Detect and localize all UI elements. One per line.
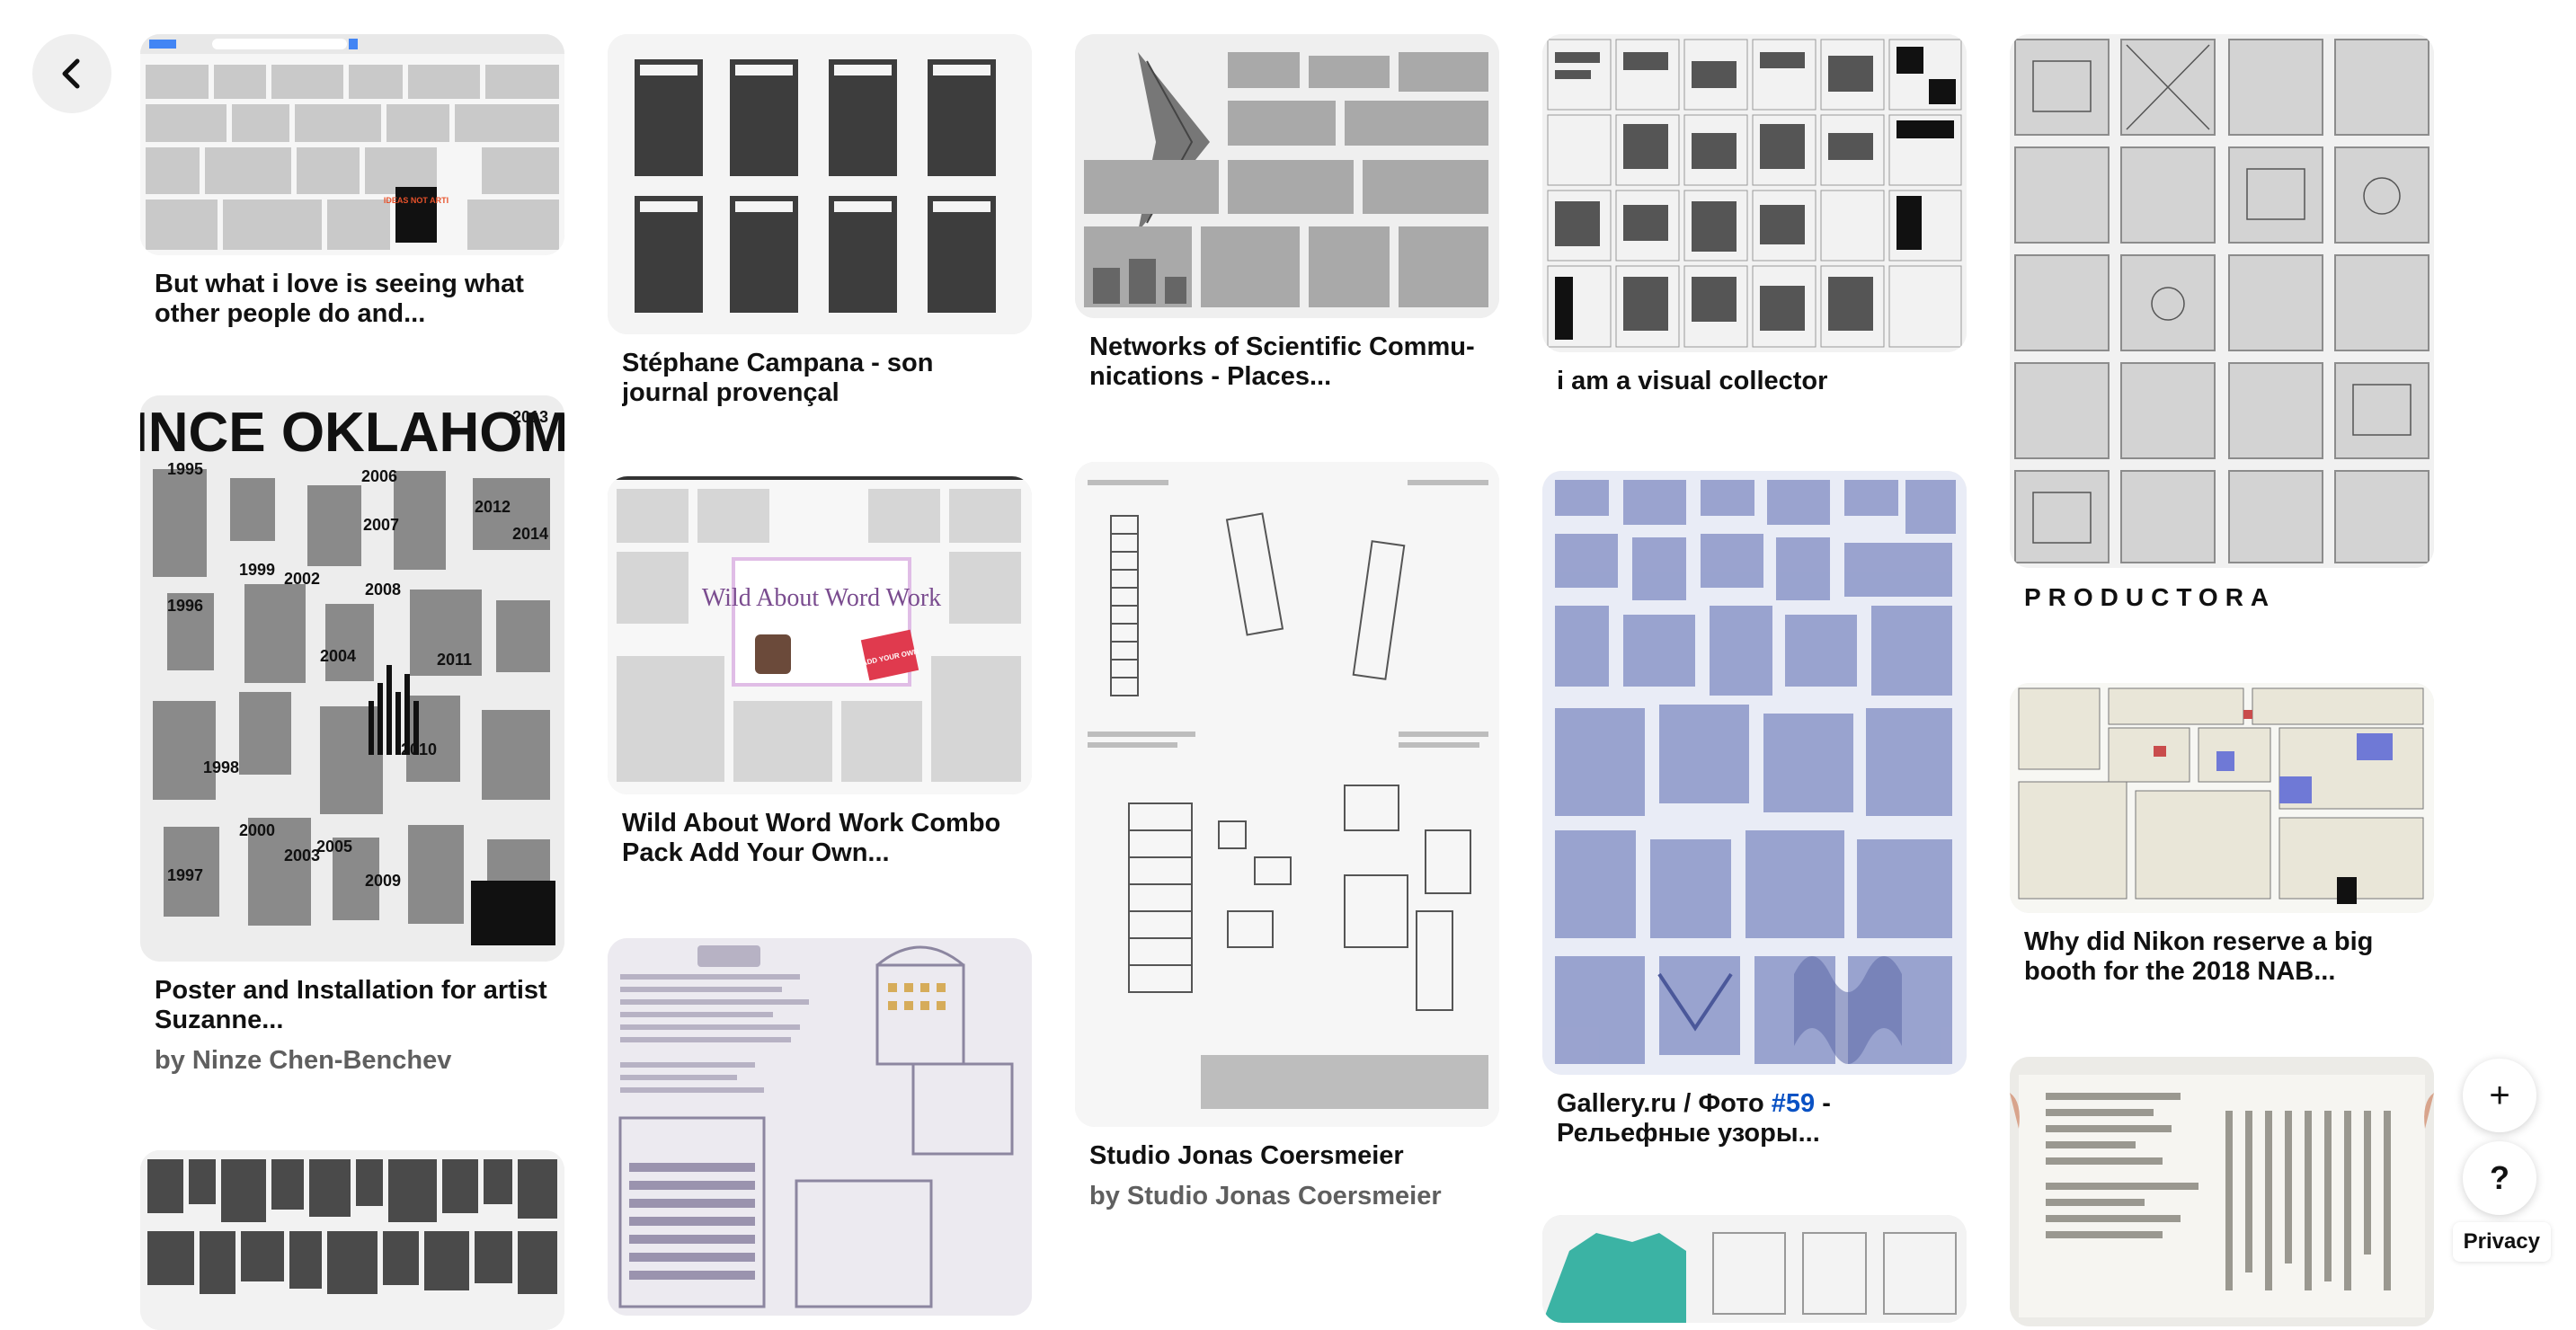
p2-year: 2005 (316, 838, 352, 856)
pin-title-text: Gallery.ru / Фото (1557, 1089, 1772, 1118)
pin-card[interactable]: i am a visual collector (1542, 34, 1967, 396)
pin-image[interactable]: SINCE OKLAHOMA 1995 1996 1997 1998 1999 (140, 395, 564, 962)
pin-image[interactable] (2010, 1057, 2434, 1326)
pin-title[interactable]: Wild About Word Work Combo Pack Add Your… (622, 809, 1017, 868)
pin-image[interactable]: IDEAS NOT ARTI (140, 34, 564, 255)
pin-card[interactable] (1542, 1215, 1967, 1323)
pin-title[interactable]: Studio Jonas Coersmeier (1089, 1141, 1485, 1171)
pin-card[interactable]: Studio Jonas Coersmeier by Studio Jonas … (1075, 462, 1499, 1211)
p2-year: 2012 (475, 498, 511, 516)
p2-year: 2002 (284, 570, 320, 588)
p2-year: 1999 (239, 561, 275, 579)
p2-year: 2010 (401, 740, 437, 758)
pin-title[interactable]: Poster and Installation for artist Suzan… (155, 976, 550, 1035)
pin-byline[interactable]: by Ninze Chen-Benchev (155, 1046, 550, 1076)
pin-image[interactable] (1542, 471, 1967, 1075)
p2-year: 2000 (239, 821, 275, 839)
p1-stamp: IDEAS NOT ARTI (384, 196, 449, 205)
p2-year: 2003 (284, 847, 320, 864)
pin-title[interactable]: Why did Nikon reserve a big booth for th… (2024, 927, 2420, 987)
pin-image[interactable] (1542, 1215, 1967, 1323)
pin-card[interactable] (608, 938, 1032, 1316)
pin-title[interactable]: Stéphane Campana - son journal provençal (622, 349, 1017, 408)
pin-image[interactable] (1075, 34, 1499, 318)
pin-card[interactable] (140, 1150, 564, 1330)
pin-image[interactable] (2010, 683, 2434, 913)
p2-year: 2013 (512, 408, 548, 426)
pin-image[interactable] (140, 1150, 564, 1330)
pin-title[interactable]: PRODUCTORA (2024, 582, 2420, 612)
pin-card[interactable]: Wild About Word Work ADD YOUR OWN Wild A… (608, 476, 1032, 868)
pin-card[interactable]: Stéphane Campana - son journal provençal (608, 34, 1032, 408)
p2-year: 2008 (365, 581, 401, 598)
p5-banner: Wild About Word Work (702, 584, 941, 612)
pin-image[interactable] (2010, 34, 2434, 568)
pin-title[interactable]: Gallery.ru / Фото #59 - Рельефные узоры.… (1557, 1089, 1952, 1148)
hashtag-link[interactable]: #59 (1772, 1089, 1815, 1118)
pin-image[interactable]: Wild About Word Work ADD YOUR OWN (608, 476, 1032, 794)
pin-image[interactable] (608, 34, 1032, 334)
pin-card[interactable]: PRODUCTORA (2010, 34, 2434, 612)
p2-year: 2009 (365, 872, 401, 890)
p2-year: 2014 (512, 525, 548, 543)
p2-year: 2007 (363, 516, 399, 534)
question-icon: ? (2490, 1159, 2509, 1196)
p2-year: 1997 (167, 866, 203, 884)
pin-card[interactable]: SINCE OKLAHOMA 1995 1996 1997 1998 1999 (140, 395, 564, 1076)
p2-year: 1995 (167, 460, 203, 478)
pin-card[interactable]: IDEAS NOT ARTI But what i love is seeing… (140, 34, 564, 329)
pin-card[interactable] (2010, 1057, 2434, 1326)
pin-title[interactable]: Networks of Scientific Commu- nications … (1089, 332, 1485, 392)
pin-title[interactable]: But what i love is seeing what other peo… (155, 270, 550, 329)
p2-year: 1998 (203, 758, 239, 776)
pin-card[interactable]: Gallery.ru / Фото #59 - Рельефные узоры.… (1542, 471, 1967, 1148)
pin-card[interactable]: Networks of Scientific Commu- nications … (1075, 34, 1499, 392)
p2-year: 2004 (320, 647, 356, 665)
add-button[interactable]: + (2463, 1059, 2536, 1132)
pin-image[interactable] (1075, 462, 1499, 1127)
chevron-left-icon (62, 58, 80, 89)
p2-heading: SINCE OKLAHOMA (140, 402, 564, 464)
pin-title[interactable]: i am a visual collector (1557, 367, 1952, 396)
p2-year: 2006 (361, 467, 397, 485)
p2-year: 2011 (437, 651, 472, 669)
pin-image[interactable] (1542, 34, 1967, 352)
plus-icon: + (2489, 1075, 2510, 1115)
privacy-link[interactable]: Privacy (2452, 1222, 2551, 1262)
help-button[interactable]: ? (2463, 1141, 2536, 1215)
p2-year: 1996 (167, 597, 203, 615)
pin-byline[interactable]: by Studio Jonas Coersmeier (1089, 1182, 1485, 1211)
back-button[interactable] (32, 34, 111, 113)
pin-image[interactable] (608, 938, 1032, 1316)
pin-card[interactable]: Why did Nikon reserve a big booth for th… (2010, 683, 2434, 987)
